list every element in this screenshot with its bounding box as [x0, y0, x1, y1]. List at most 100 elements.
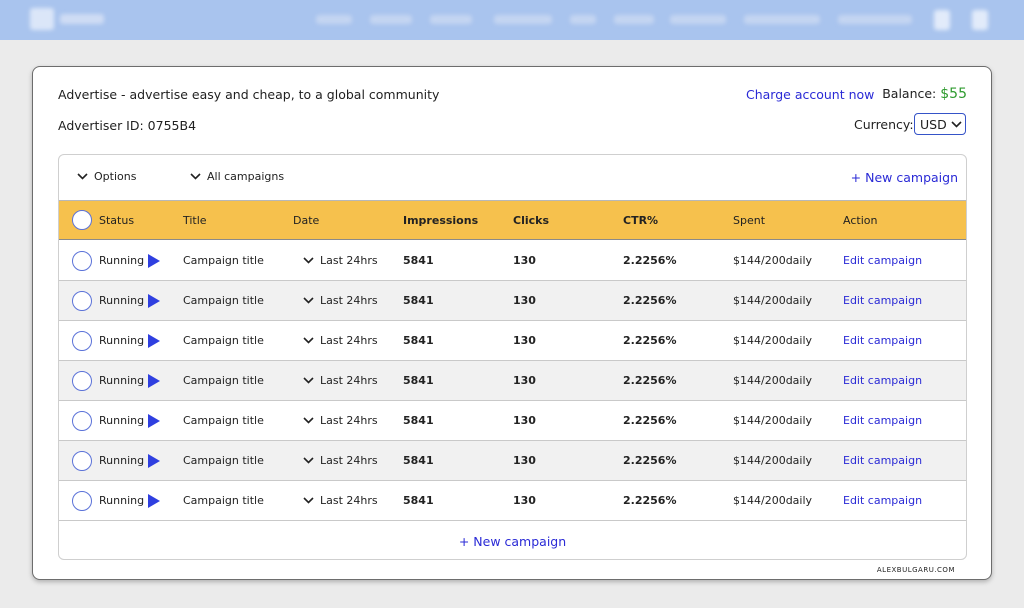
new-campaign-button[interactable]: + New campaign	[851, 170, 958, 185]
edit-campaign-link[interactable]: Edit campaign	[843, 281, 922, 320]
play-icon[interactable]	[148, 493, 161, 508]
clicks-value: 130	[513, 414, 536, 427]
date-range-dropdown[interactable]: Last 24hrs	[303, 321, 378, 360]
spent-value: $144/200daily	[733, 294, 813, 307]
column-header-ctr[interactable]: CTR%	[623, 201, 658, 239]
blurred-nav-item[interactable]	[370, 15, 412, 24]
currency-label: Currency:	[854, 117, 914, 132]
date-range-label: Last 24hrs	[320, 494, 378, 507]
ctr-value: 2.2256%	[623, 254, 677, 267]
checkbox-circle-icon[interactable]	[72, 210, 92, 230]
date-range-dropdown[interactable]: Last 24hrs	[303, 401, 378, 440]
campaigns-filter-label: All campaigns	[207, 170, 285, 183]
chevron-down-icon	[303, 337, 314, 344]
column-header-date[interactable]: Date	[293, 201, 319, 239]
clicks-value: 130	[513, 294, 536, 307]
blurred-nav-item[interactable]	[570, 15, 596, 24]
campaign-title[interactable]: Campaign title	[183, 321, 264, 360]
checkbox-circle-icon[interactable]	[72, 330, 92, 351]
ctr-value: 2.2256%	[623, 494, 677, 507]
column-header-spent[interactable]: Spent	[733, 201, 765, 239]
checkbox-circle-icon[interactable]	[72, 290, 92, 311]
chevron-down-icon	[190, 173, 201, 180]
options-dropdown[interactable]: Options	[77, 170, 136, 183]
row-select-checkbox[interactable]	[72, 321, 92, 360]
column-header-status[interactable]: Status	[99, 201, 134, 239]
date-range-dropdown[interactable]: Last 24hrs	[303, 481, 378, 520]
site-credit: ALEXBULGARU.COM	[876, 566, 955, 574]
play-icon[interactable]	[148, 413, 161, 428]
chevron-down-icon	[303, 297, 314, 304]
blurred-logo-icon	[30, 8, 54, 30]
campaign-title[interactable]: Campaign title	[183, 361, 264, 400]
date-range-dropdown[interactable]: Last 24hrs	[303, 441, 378, 480]
column-header-title[interactable]: Title	[183, 201, 207, 239]
date-range-label: Last 24hrs	[320, 454, 378, 467]
blurred-account-icon[interactable]	[934, 10, 950, 30]
checkbox-circle-icon[interactable]	[72, 450, 92, 471]
blurred-menu-icon[interactable]	[972, 10, 988, 30]
blurred-nav-item[interactable]	[838, 15, 912, 24]
blurred-nav-item[interactable]	[744, 15, 820, 24]
campaign-title[interactable]: Campaign title	[183, 241, 264, 280]
spent-value: $144/200daily	[733, 254, 813, 267]
advertiser-id: Advertiser ID: 0755B4	[58, 118, 197, 133]
blurred-nav-item[interactable]	[316, 15, 352, 24]
chevron-down-icon	[951, 120, 962, 128]
date-range-label: Last 24hrs	[320, 254, 378, 267]
charge-account-link[interactable]: Charge account now	[746, 87, 874, 102]
row-select-checkbox[interactable]	[72, 401, 92, 440]
row-select-checkbox[interactable]	[72, 481, 92, 520]
status-text: Running	[99, 334, 145, 347]
play-icon[interactable]	[148, 293, 161, 308]
column-header-clicks[interactable]: Clicks	[513, 201, 549, 239]
blurred-nav-item[interactable]	[614, 15, 654, 24]
row-select-checkbox[interactable]	[72, 241, 92, 280]
chevron-down-icon	[303, 497, 314, 504]
spent-value: $144/200daily	[733, 334, 813, 347]
edit-campaign-link[interactable]: Edit campaign	[843, 401, 922, 440]
edit-campaign-link[interactable]: Edit campaign	[843, 241, 922, 280]
date-range-label: Last 24hrs	[320, 414, 378, 427]
column-header-impressions[interactable]: Impressions	[403, 201, 478, 239]
new-campaign-footer-button[interactable]: + New campaign	[459, 534, 566, 549]
play-icon[interactable]	[148, 333, 161, 348]
ctr-value: 2.2256%	[623, 294, 677, 307]
edit-campaign-link[interactable]: Edit campaign	[843, 321, 922, 360]
date-range-dropdown[interactable]: Last 24hrs	[303, 281, 378, 320]
play-icon[interactable]	[148, 373, 161, 388]
campaign-title[interactable]: Campaign title	[183, 441, 264, 480]
row-select-checkbox[interactable]	[72, 441, 92, 480]
date-range-dropdown[interactable]: Last 24hrs	[303, 241, 378, 280]
chevron-down-icon	[303, 457, 314, 464]
edit-campaign-link[interactable]: Edit campaign	[843, 481, 922, 520]
column-header-action: Action	[843, 213, 878, 227]
impressions-value: 5841	[403, 254, 434, 267]
currency-select[interactable]: USD	[914, 113, 966, 135]
blurred-nav-item[interactable]	[494, 15, 552, 24]
campaign-title[interactable]: Campaign title	[183, 281, 264, 320]
play-icon[interactable]	[148, 253, 161, 268]
campaign-title[interactable]: Campaign title	[183, 481, 264, 520]
edit-campaign-link[interactable]: Edit campaign	[843, 441, 922, 480]
select-all-checkbox[interactable]	[72, 201, 92, 239]
row-select-checkbox[interactable]	[72, 281, 92, 320]
play-icon[interactable]	[148, 453, 161, 468]
ctr-value: 2.2256%	[623, 374, 677, 387]
row-select-checkbox[interactable]	[72, 361, 92, 400]
options-label: Options	[94, 170, 137, 183]
checkbox-circle-icon[interactable]	[72, 250, 92, 271]
checkbox-circle-icon[interactable]	[72, 370, 92, 391]
campaigns-filter-dropdown[interactable]: All campaigns	[190, 170, 284, 183]
checkbox-circle-icon[interactable]	[72, 490, 92, 511]
date-range-dropdown[interactable]: Last 24hrs	[303, 361, 378, 400]
spent-value: $144/200daily	[733, 454, 813, 467]
chevron-down-icon	[303, 257, 314, 264]
blurred-nav-item[interactable]	[430, 15, 472, 24]
status-text: Running	[99, 254, 145, 267]
checkbox-circle-icon[interactable]	[72, 410, 92, 431]
edit-campaign-link[interactable]: Edit campaign	[843, 361, 922, 400]
campaign-title[interactable]: Campaign title	[183, 401, 264, 440]
blurred-nav-item[interactable]	[670, 15, 726, 24]
chevron-down-icon	[77, 173, 88, 180]
